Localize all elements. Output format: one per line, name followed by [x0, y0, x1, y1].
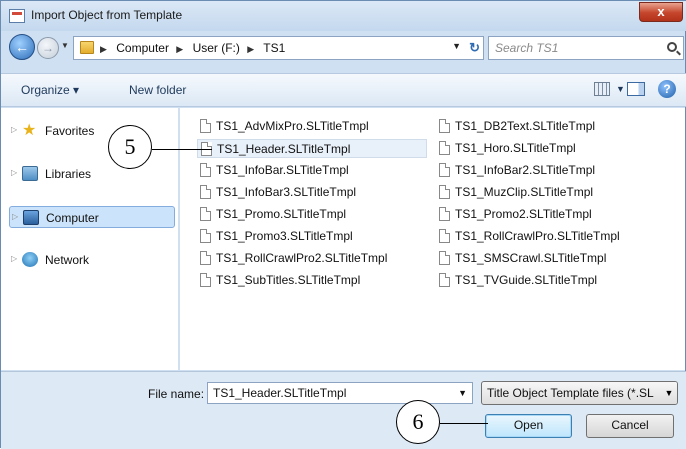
- list-item[interactable]: TS1_TVGuide.SLTitleTmpl: [436, 271, 666, 290]
- list-item[interactable]: TS1_AdvMixPro.SLTitleTmpl: [197, 117, 427, 136]
- file-icon: [439, 251, 450, 265]
- breadcrumb-computer[interactable]: Computer: [116, 41, 169, 55]
- computer-icon: [23, 210, 39, 225]
- forward-arrow-icon: →: [42, 41, 54, 55]
- callout-6-line: [440, 423, 488, 424]
- sidebar-item-label: Libraries: [45, 167, 92, 181]
- expand-arrow-icon[interactable]: ▷: [11, 125, 17, 134]
- refresh-icon[interactable]: ↻: [469, 40, 480, 56]
- file-name-input[interactable]: TS1_Header.SLTitleTmpl ▼: [207, 382, 473, 404]
- chevron-right-icon: ▶: [176, 44, 184, 54]
- list-item[interactable]: TS1_InfoBar.SLTitleTmpl: [197, 161, 427, 180]
- list-item[interactable]: TS1_InfoBar2.SLTitleTmpl: [436, 161, 666, 180]
- chevron-right-icon: ▶: [247, 44, 255, 54]
- address-dropdown-icon[interactable]: ▼: [452, 41, 461, 51]
- sidebar-item-libraries[interactable]: ▷ Libraries: [9, 163, 175, 185]
- open-button[interactable]: Open: [485, 414, 572, 438]
- import-dialog: Import Object from Template x ← → ▼ ▶ Co…: [0, 0, 686, 449]
- app-icon: [9, 9, 25, 23]
- sidebar-item-network[interactable]: ▷ Network: [9, 249, 175, 271]
- file-name-value: TS1_Header.SLTitleTmpl: [213, 386, 347, 400]
- chevron-down-icon[interactable]: ▼: [458, 388, 467, 398]
- list-item[interactable]: TS1_Promo3.SLTitleTmpl: [197, 227, 427, 246]
- list-item[interactable]: TS1_Promo.SLTitleTmpl: [197, 205, 427, 224]
- sidebar-item-label: Computer: [46, 211, 99, 225]
- dialog-footer: File name: TS1_Header.SLTitleTmpl ▼ Titl…: [1, 371, 686, 449]
- breadcrumb-drive[interactable]: User (F:): [193, 41, 240, 55]
- chevron-down-icon[interactable]: ▼: [661, 382, 677, 404]
- close-button[interactable]: x: [639, 2, 683, 22]
- file-icon: [439, 163, 450, 177]
- file-icon: [200, 273, 211, 287]
- breadcrumb-folder[interactable]: TS1: [263, 41, 285, 55]
- file-icon: [200, 229, 211, 243]
- file-list: TS1_AdvMixPro.SLTitleTmpl TS1_Header.SLT…: [180, 108, 685, 370]
- folder-icon: [80, 41, 94, 54]
- preview-pane-icon[interactable]: [627, 82, 645, 96]
- navigation-pane: ▷ ★ Favorites ▷ Libraries ▷ Computer ▷ N…: [1, 108, 179, 370]
- sidebar-item-label: Network: [45, 253, 90, 267]
- expand-arrow-icon[interactable]: ▷: [12, 212, 18, 221]
- back-arrow-icon: ←: [15, 39, 29, 55]
- file-icon: [439, 141, 450, 155]
- list-item-selected[interactable]: TS1_Header.SLTitleTmpl: [197, 139, 427, 158]
- file-icon: [439, 229, 450, 243]
- file-icon: [200, 207, 211, 221]
- command-toolbar: Organize ▾ New folder ▼ ?: [1, 73, 686, 107]
- title-bar: Import Object from Template x: [1, 1, 686, 31]
- list-item[interactable]: TS1_SMSCrawl.SLTitleTmpl: [436, 249, 666, 268]
- list-item[interactable]: TS1_SubTitles.SLTitleTmpl: [197, 271, 427, 290]
- file-icon: [200, 185, 211, 199]
- search-icon[interactable]: [667, 42, 677, 52]
- file-icon: [200, 163, 211, 177]
- star-icon: ★: [22, 122, 37, 139]
- file-icon: [439, 185, 450, 199]
- file-icon: [439, 273, 450, 287]
- forward-button[interactable]: →: [37, 37, 59, 59]
- new-folder-button[interactable]: New folder: [129, 83, 186, 97]
- file-name-label: File name:: [148, 387, 205, 401]
- list-item[interactable]: TS1_DB2Text.SLTitleTmpl: [436, 117, 666, 136]
- back-button[interactable]: ←: [9, 34, 35, 60]
- help-icon[interactable]: ?: [658, 80, 676, 98]
- sidebar-item-computer[interactable]: ▷ Computer: [9, 206, 175, 228]
- organize-button[interactable]: Organize ▾: [21, 83, 79, 97]
- list-item[interactable]: TS1_RollCrawlPro.SLTitleTmpl: [436, 227, 666, 246]
- list-item[interactable]: TS1_InfoBar3.SLTitleTmpl: [197, 183, 427, 202]
- view-dropdown-icon[interactable]: ▼: [616, 84, 625, 94]
- chevron-right-icon: ▶: [100, 44, 107, 54]
- libraries-icon: [22, 166, 38, 181]
- file-icon: [200, 119, 211, 133]
- callout-5: 5: [108, 125, 152, 169]
- callout-5-line: [152, 149, 212, 150]
- address-bar[interactable]: ▶ Computer ▶ User (F:) ▶ TS1 ▼ ↻: [73, 36, 484, 60]
- history-dropdown-icon[interactable]: ▼: [61, 41, 69, 50]
- expand-arrow-icon[interactable]: ▷: [11, 254, 17, 263]
- file-type-value: Title Object Template files (*.SL: [487, 386, 654, 400]
- file-type-select[interactable]: Title Object Template files (*.SL ▼: [481, 381, 678, 405]
- change-view-icon[interactable]: [594, 82, 610, 96]
- network-icon: [22, 252, 38, 267]
- file-icon: [439, 207, 450, 221]
- list-item[interactable]: TS1_RollCrawlPro2.SLTitleTmpl: [197, 249, 427, 268]
- navigation-bar: ← → ▼ ▶ Computer ▶ User (F:) ▶ TS1 ▼ ↻ S…: [1, 31, 686, 65]
- list-item[interactable]: TS1_Horo.SLTitleTmpl: [436, 139, 666, 158]
- cancel-button[interactable]: Cancel: [586, 414, 674, 438]
- list-item[interactable]: TS1_Promo2.SLTitleTmpl: [436, 205, 666, 224]
- breadcrumb: ▶ Computer ▶ User (F:) ▶ TS1: [100, 41, 289, 55]
- file-icon: [439, 119, 450, 133]
- sidebar-item-label: Favorites: [45, 124, 95, 138]
- list-item[interactable]: TS1_MuzClip.SLTitleTmpl: [436, 183, 666, 202]
- search-box[interactable]: Search TS1: [488, 36, 684, 60]
- window-title: Import Object from Template: [31, 8, 183, 22]
- expand-arrow-icon[interactable]: ▷: [11, 168, 17, 177]
- search-placeholder: Search TS1: [495, 41, 559, 55]
- callout-6: 6: [396, 400, 440, 444]
- file-icon: [200, 251, 211, 265]
